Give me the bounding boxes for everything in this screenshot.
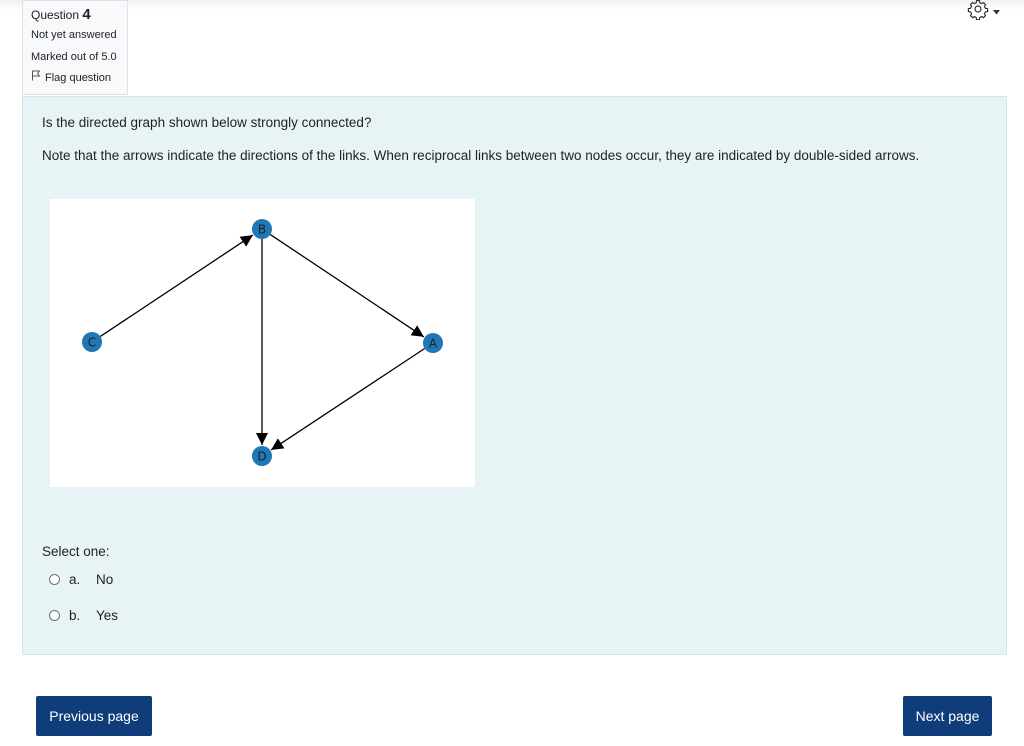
option-b-letter: b. — [69, 608, 81, 623]
question-text-block: Is the directed graph shown below strong… — [42, 111, 962, 177]
option-b[interactable]: b. Yes — [49, 608, 118, 623]
next-page-button[interactable]: Next page — [903, 696, 992, 736]
question-content: Is the directed graph shown below strong… — [22, 96, 1007, 655]
question-info-panel: Question 4 Not yet answered Marked out o… — [22, 0, 128, 95]
question-marks: Marked out of 5.0 — [31, 51, 117, 63]
directed-graph-figure: B C A D — [50, 199, 475, 487]
question-number: Question 4 — [31, 6, 127, 24]
previous-page-button[interactable]: Previous page — [36, 696, 152, 736]
option-a-letter: a. — [69, 572, 81, 587]
flag-icon — [31, 68, 41, 89]
question-number-value: 4 — [82, 6, 91, 23]
question-label: Question — [31, 8, 80, 22]
node-label-a: A — [429, 337, 438, 351]
question-settings-menu[interactable] — [967, 0, 1007, 22]
edge-b-to-a — [269, 234, 425, 338]
node-label-b: B — [258, 223, 266, 237]
option-b-label[interactable]: Yes — [96, 608, 118, 623]
gear-icon — [967, 0, 989, 25]
select-one-prompt: Select one: — [42, 544, 110, 559]
question-note: Note that the arrows indicate the direct… — [42, 148, 920, 163]
option-b-radio[interactable] — [49, 610, 60, 621]
node-label-d: D — [257, 450, 266, 464]
flag-question-link[interactable]: Flag question — [31, 68, 127, 89]
question-status: Not yet answered — [31, 29, 117, 41]
option-a[interactable]: a. No — [49, 572, 113, 587]
flag-question-label: Flag question — [45, 72, 112, 84]
edge-a-to-d — [270, 347, 426, 451]
edge-c-to-b — [99, 234, 254, 338]
directed-graph: B C A D — [82, 219, 443, 466]
question-text: Is the directed graph shown below strong… — [42, 115, 372, 130]
chevron-down-icon — [993, 2, 1000, 20]
node-label-c: C — [88, 336, 96, 350]
option-a-radio[interactable] — [49, 574, 60, 585]
option-a-label[interactable]: No — [96, 572, 113, 587]
top-shadow — [0, 0, 1024, 10]
